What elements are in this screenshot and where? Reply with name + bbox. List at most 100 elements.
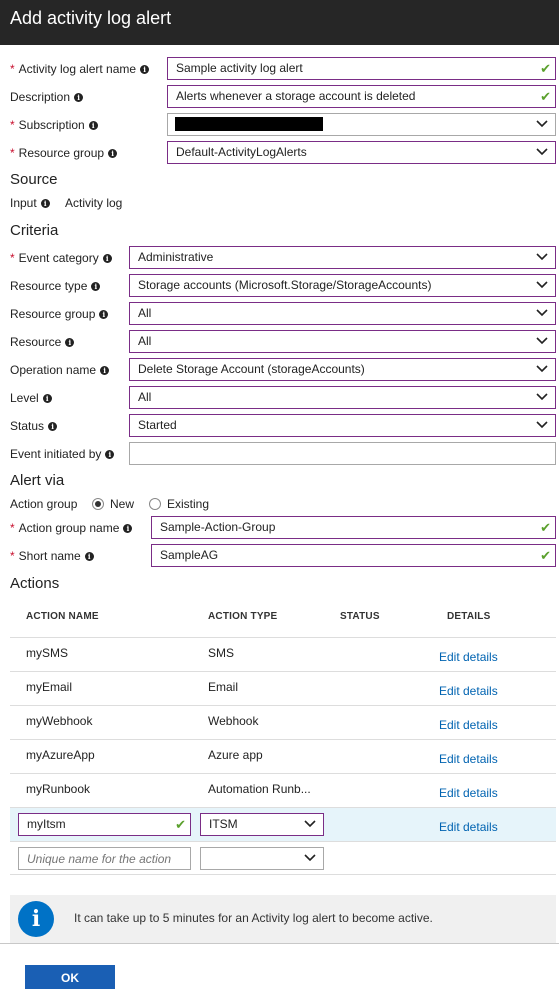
edit-details-link[interactable]: Edit details bbox=[439, 744, 498, 774]
edit-details-link[interactable]: Edit details bbox=[439, 812, 498, 842]
resource-type-value: Storage accounts (Microsoft.Storage/Stor… bbox=[138, 278, 432, 292]
radio-new-label: New bbox=[110, 497, 135, 511]
info-icon[interactable]: i bbox=[42, 394, 52, 403]
input-value: Activity log bbox=[65, 196, 123, 210]
info-icon[interactable]: i bbox=[100, 366, 110, 375]
resource-value: All bbox=[138, 334, 152, 348]
edit-details-link[interactable]: Edit details bbox=[439, 642, 498, 672]
ok-button[interactable]: OK bbox=[25, 965, 115, 989]
action-group-name-input[interactable]: Sample-Action-Group ✔ bbox=[151, 516, 556, 539]
action-name-cell: myRunbook bbox=[26, 782, 91, 796]
alert-via-heading: Alert via bbox=[10, 472, 65, 489]
chevron-down-icon bbox=[303, 814, 317, 835]
event-category-select[interactable]: Administrative bbox=[129, 246, 556, 269]
resource-group-select[interactable]: Default-ActivityLogAlerts bbox=[167, 141, 556, 164]
edit-details-link[interactable]: Edit details bbox=[439, 676, 498, 706]
valid-check-icon: ✔ bbox=[540, 61, 551, 76]
info-icon[interactable]: i bbox=[91, 282, 101, 291]
description-label: Description bbox=[10, 90, 71, 104]
criteria-resource-group-row: Resource group i All bbox=[0, 302, 559, 332]
info-icon[interactable]: i bbox=[40, 199, 50, 208]
subscription-label: Subscription bbox=[18, 118, 85, 132]
criteria-resource-group-select[interactable]: All bbox=[129, 302, 556, 325]
info-icon[interactable]: i bbox=[102, 254, 112, 263]
table-row-new bbox=[10, 841, 556, 875]
action-group-name-row: * Action group name i Sample-Action-Group … bbox=[0, 516, 559, 546]
action-group-name-label: Action group name bbox=[18, 521, 120, 535]
alert-name-row: * Activity log alert name i Sample activit… bbox=[0, 57, 559, 87]
operation-name-select[interactable]: Delete Storage Account (storageAccounts) bbox=[129, 358, 556, 381]
valid-check-icon: ✔ bbox=[175, 817, 186, 832]
action-type-select[interactable]: ITSM bbox=[200, 813, 324, 836]
chevron-down-icon bbox=[535, 275, 549, 296]
action-name-cell: myWebhook bbox=[26, 714, 93, 728]
action-type-cell: Email bbox=[208, 680, 239, 694]
operation-name-label-wrap: Operation name i bbox=[10, 358, 110, 382]
notice-text: It can take up to 5 minutes for an Activ… bbox=[74, 911, 433, 925]
level-row: Level i All bbox=[0, 386, 559, 416]
info-icon[interactable]: i bbox=[99, 310, 109, 319]
info-icon[interactable]: i bbox=[74, 93, 84, 102]
info-icon[interactable]: i bbox=[108, 149, 118, 158]
table-row: myWebhook Webhook Edit details bbox=[10, 705, 556, 739]
short-name-input[interactable]: SampleAG ✔ bbox=[151, 544, 556, 567]
operation-name-row: Operation name i Delete Storage Account (… bbox=[0, 358, 559, 388]
chevron-down-icon bbox=[535, 359, 549, 380]
resource-select[interactable]: All bbox=[129, 330, 556, 353]
table-row: myRunbook Automation Runb... Edit detail… bbox=[10, 773, 556, 807]
action-type-cell: Azure app bbox=[208, 748, 263, 762]
status-value: Started bbox=[138, 418, 177, 432]
alert-name-value: Sample activity log alert bbox=[176, 61, 303, 75]
edit-details-link[interactable]: Edit details bbox=[439, 778, 498, 808]
resource-label-wrap: Resource i bbox=[10, 330, 75, 354]
status-select[interactable]: Started bbox=[129, 414, 556, 437]
edit-details-link[interactable]: Edit details bbox=[439, 710, 498, 740]
table-row: myEmail Email Edit details bbox=[10, 671, 556, 705]
description-label-wrap: Description i bbox=[10, 85, 84, 109]
description-input[interactable]: Alerts whenever a storage account is del… bbox=[167, 85, 556, 108]
required-marker: * bbox=[10, 521, 15, 535]
event-initiated-row: Event initiated by i bbox=[0, 442, 559, 472]
event-initiated-label: Event initiated by bbox=[10, 447, 102, 461]
chevron-down-icon bbox=[535, 142, 549, 163]
radio-existing[interactable]: Existing bbox=[149, 496, 209, 512]
resource-type-row: Resource type i Storage accounts (Microso… bbox=[0, 274, 559, 304]
action-group-name-value: Sample-Action-Group bbox=[160, 520, 276, 534]
new-action-name-input[interactable] bbox=[18, 847, 191, 870]
alert-name-input[interactable]: Sample activity log alert ✔ bbox=[167, 57, 556, 80]
status-label: Status bbox=[10, 419, 45, 433]
info-icon[interactable]: i bbox=[84, 552, 94, 561]
actions-heading: Actions bbox=[10, 575, 60, 592]
chevron-down-icon bbox=[535, 114, 549, 135]
event-category-value: Administrative bbox=[138, 250, 214, 264]
input-label-wrap: Input i bbox=[10, 195, 50, 211]
required-marker: * bbox=[10, 62, 15, 76]
col-details: DETAILS bbox=[447, 611, 491, 622]
chevron-down-icon bbox=[535, 331, 549, 352]
action-name-input[interactable]: myItsm ✔ bbox=[18, 813, 191, 836]
info-icon[interactable]: i bbox=[123, 524, 133, 533]
event-category-label: Event category bbox=[18, 251, 99, 265]
event-initiated-input[interactable] bbox=[129, 442, 556, 465]
info-icon[interactable]: i bbox=[88, 121, 98, 130]
info-icon[interactable]: i bbox=[48, 422, 58, 431]
criteria-resource-group-label: Resource group bbox=[10, 307, 96, 321]
info-icon[interactable]: i bbox=[105, 450, 115, 459]
operation-name-value: Delete Storage Account (storageAccounts) bbox=[138, 362, 365, 376]
info-icon[interactable]: i bbox=[65, 338, 75, 347]
info-icon[interactable]: i bbox=[140, 65, 150, 74]
new-action-type-select[interactable] bbox=[200, 847, 324, 870]
action-type-cell: Webhook bbox=[208, 714, 259, 728]
subscription-label-wrap: * Subscription i bbox=[10, 113, 98, 137]
subscription-select[interactable] bbox=[167, 113, 556, 136]
resource-group-label-wrap: * Resource group i bbox=[10, 141, 118, 165]
redacted-subscription bbox=[175, 117, 323, 131]
level-label-wrap: Level i bbox=[10, 386, 52, 410]
event-initiated-label-wrap: Event initiated by i bbox=[10, 442, 115, 466]
radio-new[interactable]: New bbox=[92, 496, 134, 512]
radio-existing-label: Existing bbox=[167, 497, 210, 511]
level-select[interactable]: All bbox=[129, 386, 556, 409]
resource-type-select[interactable]: Storage accounts (Microsoft.Storage/Stor… bbox=[129, 274, 556, 297]
level-label: Level bbox=[10, 391, 39, 405]
resource-row: Resource i All bbox=[0, 330, 559, 360]
